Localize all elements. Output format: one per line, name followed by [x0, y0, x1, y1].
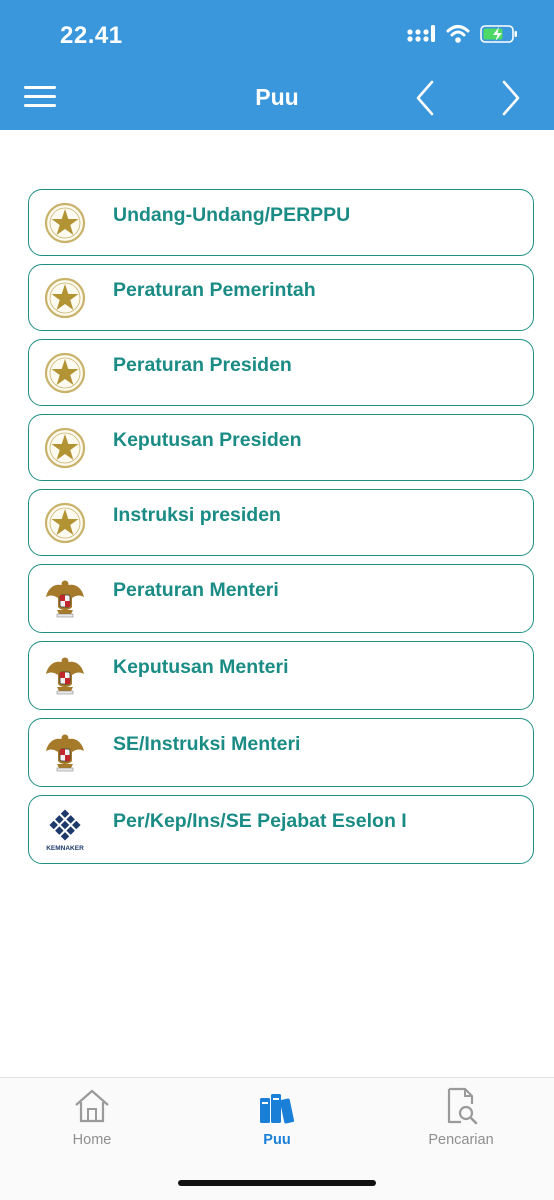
category-label: Keputusan Menteri [113, 656, 289, 678]
category-label: Peraturan Pemerintah [113, 279, 316, 301]
category-item-peraturan-pemerintah[interactable]: Peraturan Pemerintah [28, 264, 534, 331]
signal-icon [407, 25, 435, 42]
garuda-emblem-icon [43, 577, 87, 621]
battery-charging-icon [480, 25, 517, 43]
tab-puu[interactable]: Puu [212, 1086, 342, 1148]
category-label: Peraturan Menteri [113, 579, 279, 601]
top-bar: 22.41 Puu [0, 0, 554, 130]
tab-pencarian[interactable]: Pencarian [396, 1086, 526, 1148]
category-item-keputusan-menteri[interactable]: Keputusan Menteri [28, 641, 534, 710]
star-emblem-icon [43, 351, 87, 395]
category-item-peraturan-menteri[interactable]: Peraturan Menteri [28, 564, 534, 633]
category-label: Instruksi presiden [113, 504, 281, 526]
star-emblem-icon [43, 501, 87, 545]
tab-label: Puu [263, 1132, 291, 1148]
garuda-emblem-icon [43, 654, 87, 698]
category-label: Undang-Undang/PERPPU [113, 204, 351, 226]
category-label: Peraturan Presiden [113, 354, 292, 376]
kemnaker-logo-text: KEMNAKER [46, 845, 84, 852]
books-icon [260, 1094, 295, 1124]
category-item-keputusan-presiden[interactable]: Keputusan Presiden [28, 414, 534, 481]
tab-home[interactable]: Home [27, 1086, 157, 1148]
category-label: SE/Instruksi Menteri [113, 733, 301, 755]
status-icons [406, 24, 518, 44]
forward-button[interactable] [496, 78, 526, 118]
star-emblem-icon [43, 426, 87, 470]
category-label: Keputusan Presiden [113, 429, 302, 451]
category-item-undang-undang[interactable]: Undang-Undang/PERPPU [28, 189, 534, 256]
category-label: Per/Kep/Ins/SE Pejabat Eselon I [113, 810, 407, 832]
chevron-right-icon [502, 80, 520, 116]
category-item-peraturan-presiden[interactable]: Peraturan Presiden [28, 339, 534, 406]
star-emblem-icon [43, 276, 87, 320]
kemnaker-logo: KEMNAKER [43, 808, 87, 852]
chevron-left-icon [416, 80, 434, 116]
tab-label: Home [72, 1132, 112, 1148]
wifi-icon [446, 25, 470, 43]
star-emblem-icon [43, 201, 87, 245]
home-icon [75, 1089, 109, 1123]
page-title: Puu [255, 84, 299, 110]
category-item-se-instruksi-menteri[interactable]: SE/Instruksi Menteri [28, 718, 534, 787]
back-button[interactable] [410, 78, 440, 118]
category-item-pejabat-eselon[interactable]: KEMNAKER Per/Kep/Ins/SE Pejabat Eselon I [28, 795, 534, 864]
status-time: 22.41 [60, 22, 123, 49]
category-item-instruksi-presiden[interactable]: Instruksi presiden [28, 489, 534, 556]
garuda-emblem-icon [43, 731, 87, 775]
home-indicator [178, 1180, 376, 1186]
document-search-icon [447, 1087, 478, 1125]
regulation-category-list: Undang-Undang/PERPPU Peraturan Pemerinta… [28, 189, 534, 872]
tab-label: Pencarian [428, 1132, 494, 1148]
